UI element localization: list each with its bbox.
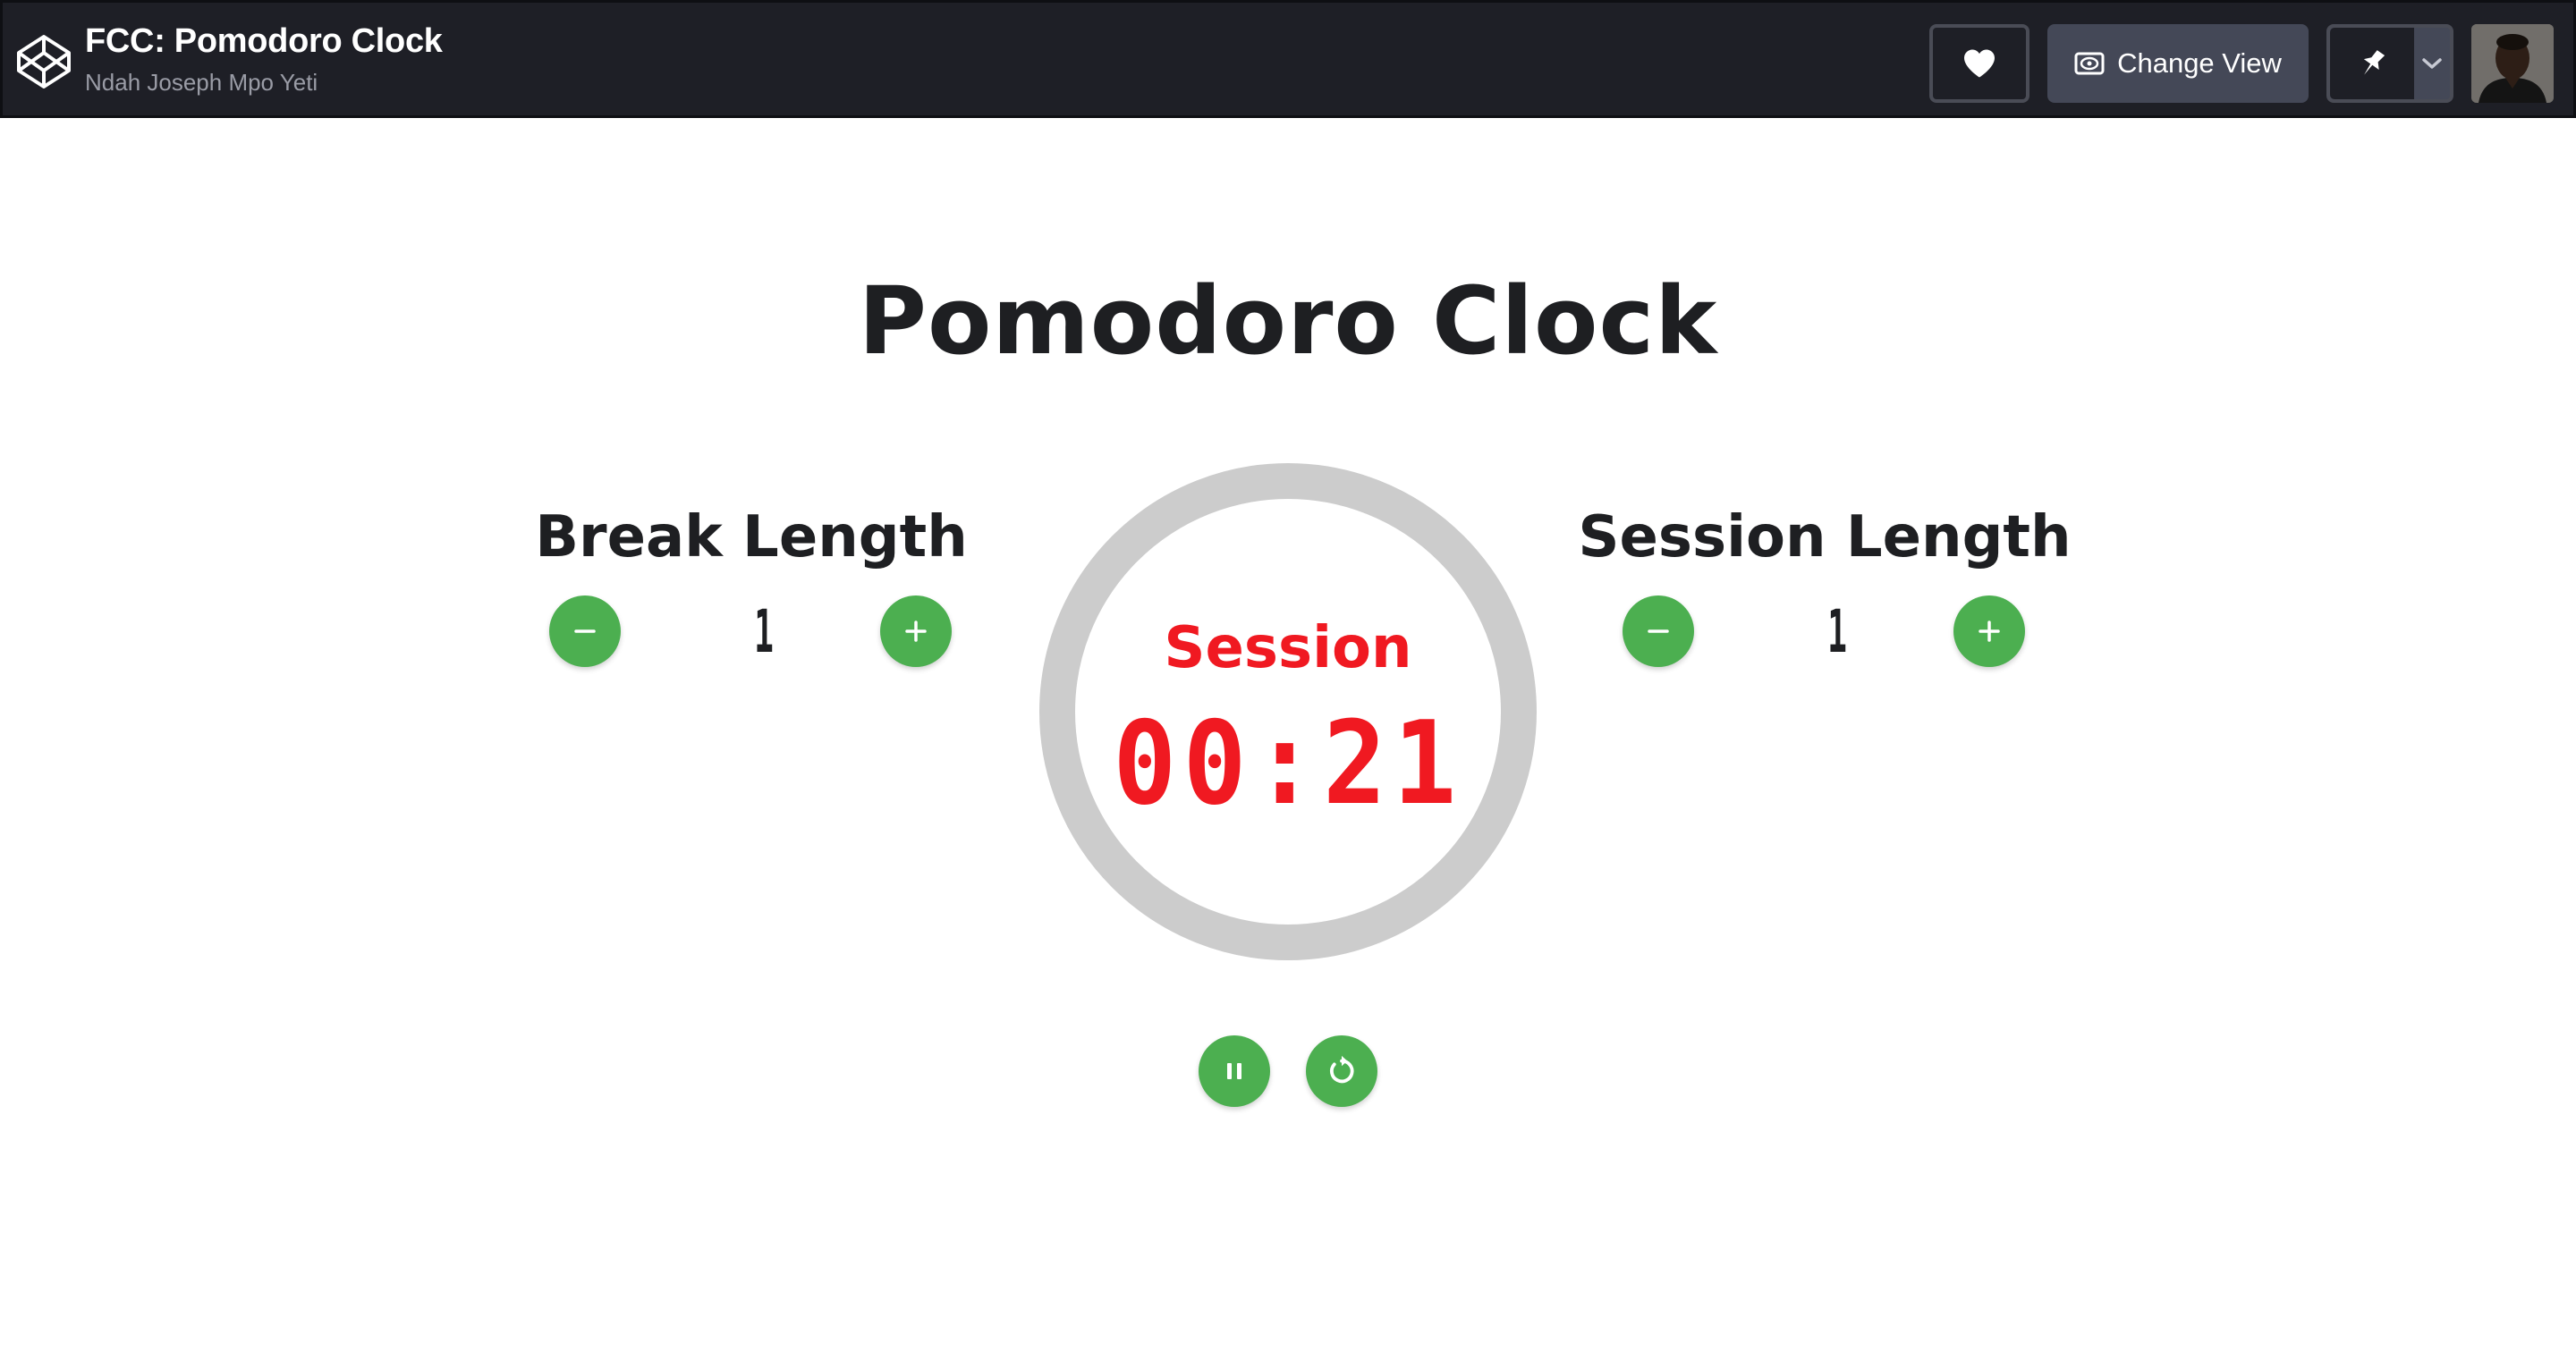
session-length-label: Session Length xyxy=(1578,504,2072,570)
minus-icon xyxy=(574,629,596,633)
pin-dropdown-button[interactable] xyxy=(2414,28,2450,99)
pen-author[interactable]: Ndah Joseph Mpo Yeti xyxy=(85,69,318,97)
pin-icon xyxy=(2363,50,2385,75)
top-bar: FCC: Pomodoro Clock Ndah Joseph Mpo Yeti… xyxy=(0,0,2576,118)
session-length-value: 1 xyxy=(1827,597,1847,666)
heart-button[interactable] xyxy=(1929,24,2029,103)
avatar-image xyxy=(2471,24,2554,103)
pause-button[interactable] xyxy=(1199,1035,1270,1107)
session-increment-button[interactable] xyxy=(1953,595,2025,667)
time-left-display: 00:21 xyxy=(1113,697,1463,831)
reset-button[interactable] xyxy=(1306,1035,1377,1107)
pin-button[interactable] xyxy=(2330,28,2414,99)
break-length-label: Break Length xyxy=(535,504,968,570)
plus-icon xyxy=(905,621,927,642)
plus-icon xyxy=(1979,621,2000,642)
reset-icon xyxy=(1329,1055,1354,1084)
page-title: Pomodoro Clock xyxy=(858,266,1718,376)
break-increment-button[interactable] xyxy=(880,595,952,667)
session-decrement-button[interactable] xyxy=(1623,595,1694,667)
heart-icon xyxy=(1964,49,1995,78)
codepen-logo-icon[interactable] xyxy=(15,33,72,90)
timer-label: Session xyxy=(1164,615,1412,681)
pin-button-group xyxy=(2326,24,2453,103)
break-decrement-button[interactable] xyxy=(549,595,621,667)
eye-icon xyxy=(2074,52,2105,75)
change-view-button[interactable]: Change View xyxy=(2047,24,2309,103)
pause-icon xyxy=(1227,1063,1241,1079)
user-avatar[interactable] xyxy=(2471,24,2554,103)
pen-title[interactable]: FCC: Pomodoro Clock xyxy=(85,22,443,61)
chevron-down-icon xyxy=(2422,58,2442,69)
break-length-value: 1 xyxy=(754,597,774,666)
minus-icon xyxy=(1648,629,1669,633)
change-view-label: Change View xyxy=(2117,47,2282,79)
